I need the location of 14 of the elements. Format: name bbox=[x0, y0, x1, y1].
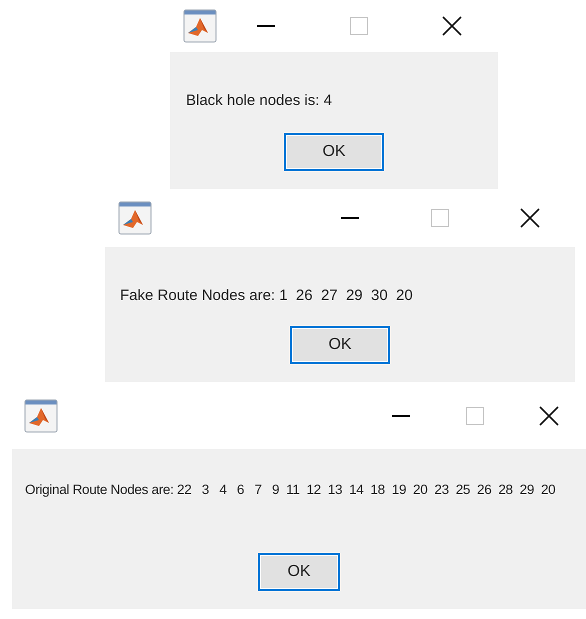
ok-button[interactable]: OK bbox=[258, 553, 340, 591]
ok-button[interactable]: OK bbox=[284, 133, 384, 171]
ok-button[interactable]: OK bbox=[290, 326, 390, 364]
close-icon[interactable] bbox=[520, 208, 540, 228]
message-text: Original Route Nodes are: 22 3 4 6 7 9 11 12 13 14 18 19 20 23 25 26 28 29 20 bbox=[25, 481, 556, 499]
app-icon bbox=[183, 9, 217, 43]
close-icon[interactable] bbox=[539, 406, 559, 426]
minimize-icon[interactable] bbox=[392, 414, 410, 416]
app-icon bbox=[24, 398, 58, 432]
message-text: Black hole nodes is: 4 bbox=[186, 91, 333, 111]
app-icon bbox=[118, 201, 152, 235]
message-text: Fake Route Nodes are: 1 26 27 29 30 20 bbox=[120, 286, 414, 306]
minimize-icon[interactable] bbox=[256, 25, 274, 27]
close-icon[interactable] bbox=[442, 16, 462, 36]
